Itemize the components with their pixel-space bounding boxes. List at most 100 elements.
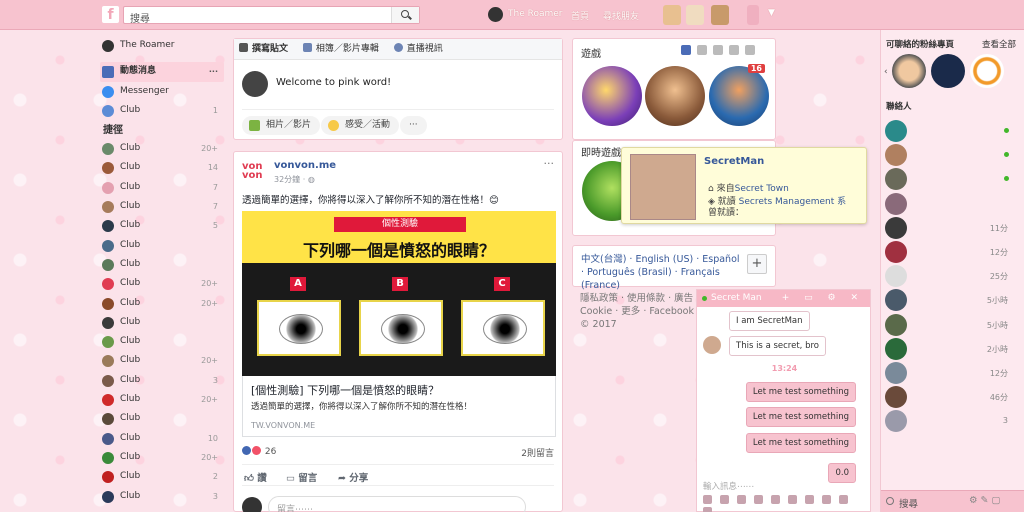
sticker-icon[interactable] xyxy=(737,495,746,504)
facebook-logo[interactable]: f xyxy=(102,6,119,23)
sidebar-item-shortcut[interactable]: Club 7 xyxy=(100,197,224,216)
contact-avatar[interactable] xyxy=(885,241,907,263)
sidebar-item-shortcut[interactable]: Club 3 xyxy=(100,371,224,390)
notifications-icon[interactable] xyxy=(711,5,729,25)
attach-icon[interactable] xyxy=(771,495,780,504)
fan-page-avatar[interactable] xyxy=(931,54,965,88)
feeling-activity-button[interactable]: 感受／活動 xyxy=(321,116,400,135)
comment-count[interactable]: 2則留言 xyxy=(521,446,554,459)
photo-video-button[interactable]: 相片／影片 xyxy=(242,116,321,135)
contact-avatar[interactable] xyxy=(885,192,907,215)
sidebar-item-shortcut[interactable]: Club 20+ xyxy=(100,390,224,409)
emoji-icon[interactable] xyxy=(754,495,763,504)
sidebar-item-profile[interactable]: The Roamer xyxy=(100,36,224,55)
fan-page-avatar[interactable] xyxy=(970,54,1004,88)
sidebar-item-shortcut[interactable]: Club xyxy=(100,313,224,332)
composer-input[interactable]: Welcome to pink word! xyxy=(276,77,391,88)
contact-avatar[interactable] xyxy=(885,144,907,167)
page-logo[interactable]: von von xyxy=(242,162,263,181)
sidebar-item-messenger[interactable]: Messenger xyxy=(100,82,224,101)
messages-icon[interactable] xyxy=(686,5,704,25)
like-icon[interactable] xyxy=(697,45,707,55)
post-image[interactable]: 個性測驗 下列哪一個是憤怒的眼睛？ A B C xyxy=(242,211,556,376)
sidebar-item-shortcut[interactable]: Club 3 xyxy=(100,487,224,506)
sidebar-item-shortcut[interactable]: Club 20+ xyxy=(100,351,224,370)
more-options-button[interactable]: ··· xyxy=(400,116,427,135)
contact-avatar[interactable] xyxy=(885,265,907,288)
sidebar-item-shortcut[interactable]: Club xyxy=(100,332,224,351)
chat-search[interactable]: 搜尋 ⚙ ✎ ▢ xyxy=(881,490,1024,512)
chevron-down-icon[interactable]: ▼ xyxy=(768,8,775,18)
gif-icon[interactable] xyxy=(720,495,729,504)
sidebar-item-shortcut[interactable]: Club 20+ xyxy=(100,294,224,313)
contact-avatar[interactable] xyxy=(885,289,907,312)
contact-avatar[interactable] xyxy=(885,313,907,336)
chat-controls[interactable]: + ▭ ⚙ ✕ xyxy=(782,290,864,307)
sidebar-item-shortcut[interactable]: Club 20+ xyxy=(100,274,224,293)
chat-header[interactable]: Secret Man + ▭ ⚙ ✕ xyxy=(697,290,870,307)
hometown-link[interactable]: Secret Town xyxy=(735,184,789,194)
game-icon-hero[interactable]: 16 xyxy=(709,64,769,126)
mobile-icon[interactable] xyxy=(681,45,691,55)
link-preview[interactable]: [個性測驗] 下列哪一個是憤怒的眼睛？ 透過簡單的選擇，你將得以深入了解你所不知… xyxy=(242,376,556,437)
more-icon[interactable]: ··· xyxy=(209,62,218,81)
camera-icon[interactable] xyxy=(788,495,797,504)
fan-page-avatar[interactable] xyxy=(892,54,926,88)
sidebar-item-shortcut[interactable]: Club 7 xyxy=(100,178,224,197)
game-icon[interactable] xyxy=(839,495,848,504)
see-all-link[interactable]: 查看全部 xyxy=(982,38,1016,50)
education-link[interactable]: Secrets Management 系 xyxy=(739,197,846,207)
post-timestamp[interactable]: 32分鐘 · ◍ xyxy=(274,174,315,185)
language-list[interactable]: 中文(台灣) · English (US) · Español · Portug… xyxy=(581,253,741,292)
contact-avatar[interactable] xyxy=(885,120,907,142)
share-button[interactable]: ➦ 分享 xyxy=(338,470,368,484)
profile-name[interactable]: SecretMan xyxy=(704,156,764,167)
profile-link[interactable]: The Roamer xyxy=(508,9,562,19)
sidebar-item-shortcut[interactable]: Club xyxy=(100,236,224,255)
sidebar-item-shortcut[interactable]: Club xyxy=(100,255,224,274)
sidebar-item-club[interactable]: Club 1 xyxy=(100,101,224,120)
chat-input[interactable]: 輸入訊息⋯⋯ xyxy=(703,480,754,492)
friends-icon[interactable] xyxy=(713,45,723,55)
sidebar-item-shortcut[interactable]: Club 14 xyxy=(100,158,224,177)
contact-avatar[interactable] xyxy=(885,216,907,239)
reaction-summary[interactable]: 26 xyxy=(242,446,276,457)
find-friends-link[interactable]: 尋找朋友 xyxy=(603,9,639,22)
chat-settings-icons[interactable]: ⚙ ✎ ▢ xyxy=(969,495,1001,506)
game-icon-bubble-witch[interactable] xyxy=(582,66,642,126)
sidebar-item-shortcut[interactable]: Club 5 xyxy=(100,216,224,235)
sidebar-item-news-feed[interactable]: 動態消息 ··· xyxy=(100,62,224,82)
calendar-icon[interactable] xyxy=(822,495,831,504)
contact-avatar[interactable] xyxy=(885,168,907,191)
home-link[interactable]: 首頁 xyxy=(571,9,589,22)
post-author[interactable]: vonvon.me xyxy=(274,160,336,171)
quick-help-icon[interactable] xyxy=(747,5,759,25)
contact-avatar[interactable] xyxy=(885,337,907,360)
recent-icon[interactable] xyxy=(729,45,739,55)
chevron-down-icon[interactable] xyxy=(745,45,755,55)
sidebar-item-shortcut[interactable]: Club 2 xyxy=(100,467,224,486)
sidebar-item-shortcut[interactable]: Club 20+ xyxy=(100,139,224,158)
tab-write-post[interactable]: 撰寫貼文 xyxy=(239,39,288,59)
contact-avatar[interactable] xyxy=(885,386,907,409)
chevron-left-icon[interactable]: ‹ xyxy=(884,67,888,77)
like-icon[interactable] xyxy=(703,507,712,512)
sidebar-item-shortcut[interactable]: Club xyxy=(100,409,224,428)
comment-input[interactable]: 留言⋯⋯ xyxy=(268,496,526,512)
post-options-icon[interactable]: ··· xyxy=(544,157,555,170)
add-language-button[interactable]: + xyxy=(747,254,767,274)
friend-requests-icon[interactable] xyxy=(663,5,681,25)
search-icon[interactable] xyxy=(391,7,419,23)
avatar[interactable] xyxy=(488,7,503,22)
footer-links[interactable]: 隱私政策 · 使用條款 · 廣告 · Cookie · 更多 · Faceboo… xyxy=(580,292,700,331)
game-icon-adventure[interactable] xyxy=(645,66,705,126)
tab-album[interactable]: 相簿／影片專輯 xyxy=(302,39,379,59)
profile-picture[interactable] xyxy=(630,154,696,220)
payment-icon[interactable] xyxy=(805,495,814,504)
tab-live-video[interactable]: 直播視訊 xyxy=(393,39,443,59)
comment-button[interactable]: ▭ 留言 xyxy=(286,470,317,484)
sidebar-item-shortcut[interactable]: Club 10 xyxy=(100,429,224,448)
photo-icon[interactable] xyxy=(703,495,712,504)
search-bar[interactable]: 搜尋 xyxy=(123,6,420,25)
contact-avatar[interactable] xyxy=(885,410,907,433)
